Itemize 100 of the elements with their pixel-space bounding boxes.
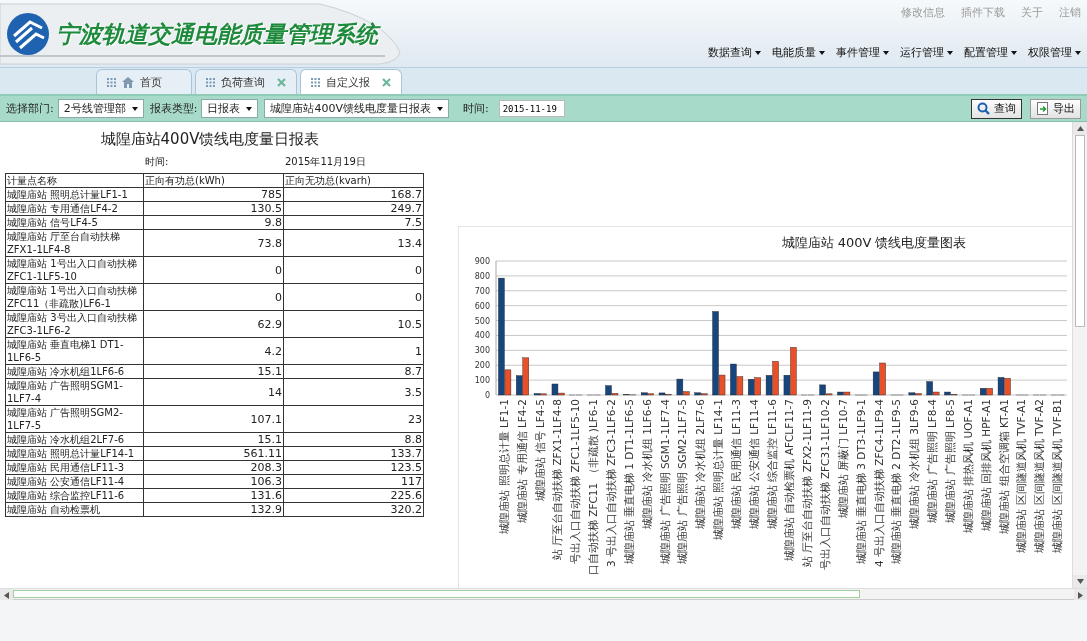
axis-label: 城隍庙站 广告照明 SGM2-1LF7-5 xyxy=(676,399,689,564)
axis-label: 城隍庙站 照明总计量 LF1-1 xyxy=(497,399,510,534)
tick-label: 800 xyxy=(474,271,490,281)
table-cell: 73.8 xyxy=(143,229,284,257)
axis-label: 城隍庙站 综合监控 LF11-6 xyxy=(765,399,778,530)
report-type-select[interactable]: 日报表 xyxy=(201,99,259,118)
table-cell: 133.7 xyxy=(283,446,424,461)
axis-label: 城隍庙站 屏蔽门 LF10-7 xyxy=(836,399,849,519)
table-cell: 城隍庙站 1号出入口自动扶梯ZFC1-1LF5-10 xyxy=(5,256,144,284)
up-arrow-icon[interactable] xyxy=(1076,125,1084,132)
table-cell: 131.6 xyxy=(143,488,284,503)
field-label: 时间: xyxy=(462,101,489,116)
export-button[interactable]: 导出 xyxy=(1030,98,1081,119)
date-field[interactable]: 2015-11-19 xyxy=(498,100,565,117)
tick-label: 400 xyxy=(474,331,490,341)
table-cell: 0 xyxy=(143,256,284,284)
axis-label: 3 号出入口自动扶梯 ZFC3-1LF6-2 xyxy=(605,399,617,568)
grid-icon xyxy=(206,77,215,87)
search-button[interactable]: 查询 xyxy=(971,98,1022,119)
table-cell: 10.5 xyxy=(283,310,424,338)
home-icon xyxy=(122,76,134,88)
axis-label: 城隍庙站 自动检票机 AFCLF11-7 xyxy=(783,399,796,561)
table-cell: 62.9 xyxy=(143,310,284,338)
caret-icon xyxy=(883,50,889,55)
caret-icon xyxy=(755,50,761,55)
axis-label: 城隍庙站 垂直电梯 1 DT1-1LF6-5 xyxy=(622,399,635,565)
table-cell: 0 xyxy=(283,256,424,284)
nav-menu[interactable]: 事件管理 xyxy=(836,45,889,60)
axis-label: 城隍庙站 照明总计量 LF14-1 xyxy=(712,399,725,541)
tick-label: 200 xyxy=(474,361,490,371)
field-label: 选择部门: xyxy=(6,101,54,116)
table-cell: 城隍庙站 照明总计量LF1-1 xyxy=(5,187,144,202)
axis-label: 城隍庙站 组合空调箱 KT-A1 xyxy=(997,399,1010,534)
down-arrow-icon[interactable] xyxy=(1076,578,1084,585)
nav-menu[interactable]: 配置管理 xyxy=(964,45,1017,60)
caret-icon xyxy=(947,50,953,55)
axis-label: 城隍庙站 专用通信 LF4-2 xyxy=(515,399,528,523)
table-cell: 8.7 xyxy=(283,364,424,379)
table-cell: 320.2 xyxy=(283,502,424,517)
report-select[interactable]: 城隍庙站400V馈线电度量日报表 xyxy=(264,99,449,118)
table-cell: 城隍庙站 广告照明SGM1-1LF7-4 xyxy=(5,378,144,406)
axis-label: 城隍庙站 广告照明 LF8-5 xyxy=(944,399,956,523)
field-label: 报表类型: xyxy=(149,101,198,116)
axis-label: 城隍庙站 冷水机组 2LF7-6 xyxy=(694,399,707,530)
table-cell: 城隍庙站 信号LF4-5 xyxy=(5,215,144,230)
axis-label: 号出入口自动扶梯 ZFC31-1LF10-2 xyxy=(819,399,832,571)
column-header: 正向有功总(kWh) xyxy=(143,173,284,188)
tick-label: 300 xyxy=(474,346,490,356)
vertical-scrollbar[interactable] xyxy=(1072,122,1087,588)
tab[interactable]: 首页 xyxy=(96,69,192,94)
tick-label: 500 xyxy=(474,316,490,326)
logo-icon xyxy=(6,12,50,56)
search-icon xyxy=(977,102,990,115)
table-cell: 785 xyxy=(143,187,284,202)
table-cell: 23 xyxy=(283,405,424,433)
nav-menu[interactable]: 运行管理 xyxy=(900,45,953,60)
table-cell: 123.5 xyxy=(283,460,424,475)
tick-label: 0 xyxy=(484,391,490,400)
table-cell: 城隍庙站 厅至台自动扶梯ZFX1-1LF4-8 xyxy=(5,229,144,257)
nav-menu[interactable]: 电能质量 xyxy=(772,45,825,60)
department-select[interactable]: 2号线管理部 xyxy=(57,99,144,118)
tab[interactable]: 负荷查询 xyxy=(195,69,297,94)
table-cell: 1 xyxy=(283,337,424,365)
tick-label: 700 xyxy=(474,286,490,296)
tick-label: 900 xyxy=(474,257,490,266)
export-icon xyxy=(1036,102,1049,115)
table-cell: 7.5 xyxy=(283,215,424,230)
tick-label: 100 xyxy=(474,376,490,386)
table-cell: 城隍庙站 公安通信LF11-4 xyxy=(5,474,144,489)
tab[interactable]: 自定义报 xyxy=(300,69,402,94)
chart-title: 城隍庙站 400V 馈线电度量图表 xyxy=(781,235,967,250)
caret-icon xyxy=(131,106,138,111)
axis-label: 站 厅至台自动扶梯 ZFX1-1LF4-8 xyxy=(551,399,564,561)
nav-menu[interactable]: 权限管理 xyxy=(1028,45,1081,60)
table-cell: 城隍庙站 综合监控LF11-6 xyxy=(5,488,144,503)
table-cell: 城隍庙站 1号出入口自动扶梯ZFC11（非疏散)LF6-1 xyxy=(5,283,144,311)
table-cell: 208.3 xyxy=(143,460,284,475)
table-cell: 14 xyxy=(143,378,284,406)
table-cell: 168.7 xyxy=(283,187,424,202)
grid-icon xyxy=(107,77,116,87)
horizontal-scrollbar[interactable] xyxy=(0,588,1087,600)
caret-icon xyxy=(246,106,253,111)
caret-icon xyxy=(819,50,825,55)
table-cell: 城隍庙站 照明总计量LF14-1 xyxy=(5,446,144,461)
table-cell: 13.4 xyxy=(283,229,424,257)
axis-label: 城隍庙站 民用通信 LF11-3 xyxy=(729,399,742,530)
table-cell: 132.9 xyxy=(143,502,284,517)
column-header: 计量点名称 xyxy=(5,173,144,188)
table-cell: 3.5 xyxy=(283,378,424,406)
right-arrow-icon[interactable] xyxy=(1077,592,1084,599)
axis-label: 城隍庙站 冷水机组 1LF6-6 xyxy=(640,399,653,530)
report-title: 城隍庙站400V馈线电度量日报表 xyxy=(99,129,321,150)
axis-label: 号出入口自动扶梯 ZFC1-1LF5-10 xyxy=(569,399,582,564)
report-date: 2015年11月19日 xyxy=(284,155,367,169)
table-cell: 9.8 xyxy=(143,215,284,230)
axis-label: 站 厅至台自动扶梯 ZFX2-1LF11-9 xyxy=(801,399,814,567)
axis-label: 城隍庙站 区间隧道风机 TVF-A1 xyxy=(1015,399,1028,553)
nav-menu[interactable]: 数据查询 xyxy=(708,45,761,60)
left-arrow-icon[interactable] xyxy=(3,592,10,599)
axis-label: 城隍庙站 广告照明 SGM1-1LF7-4 xyxy=(658,399,671,564)
